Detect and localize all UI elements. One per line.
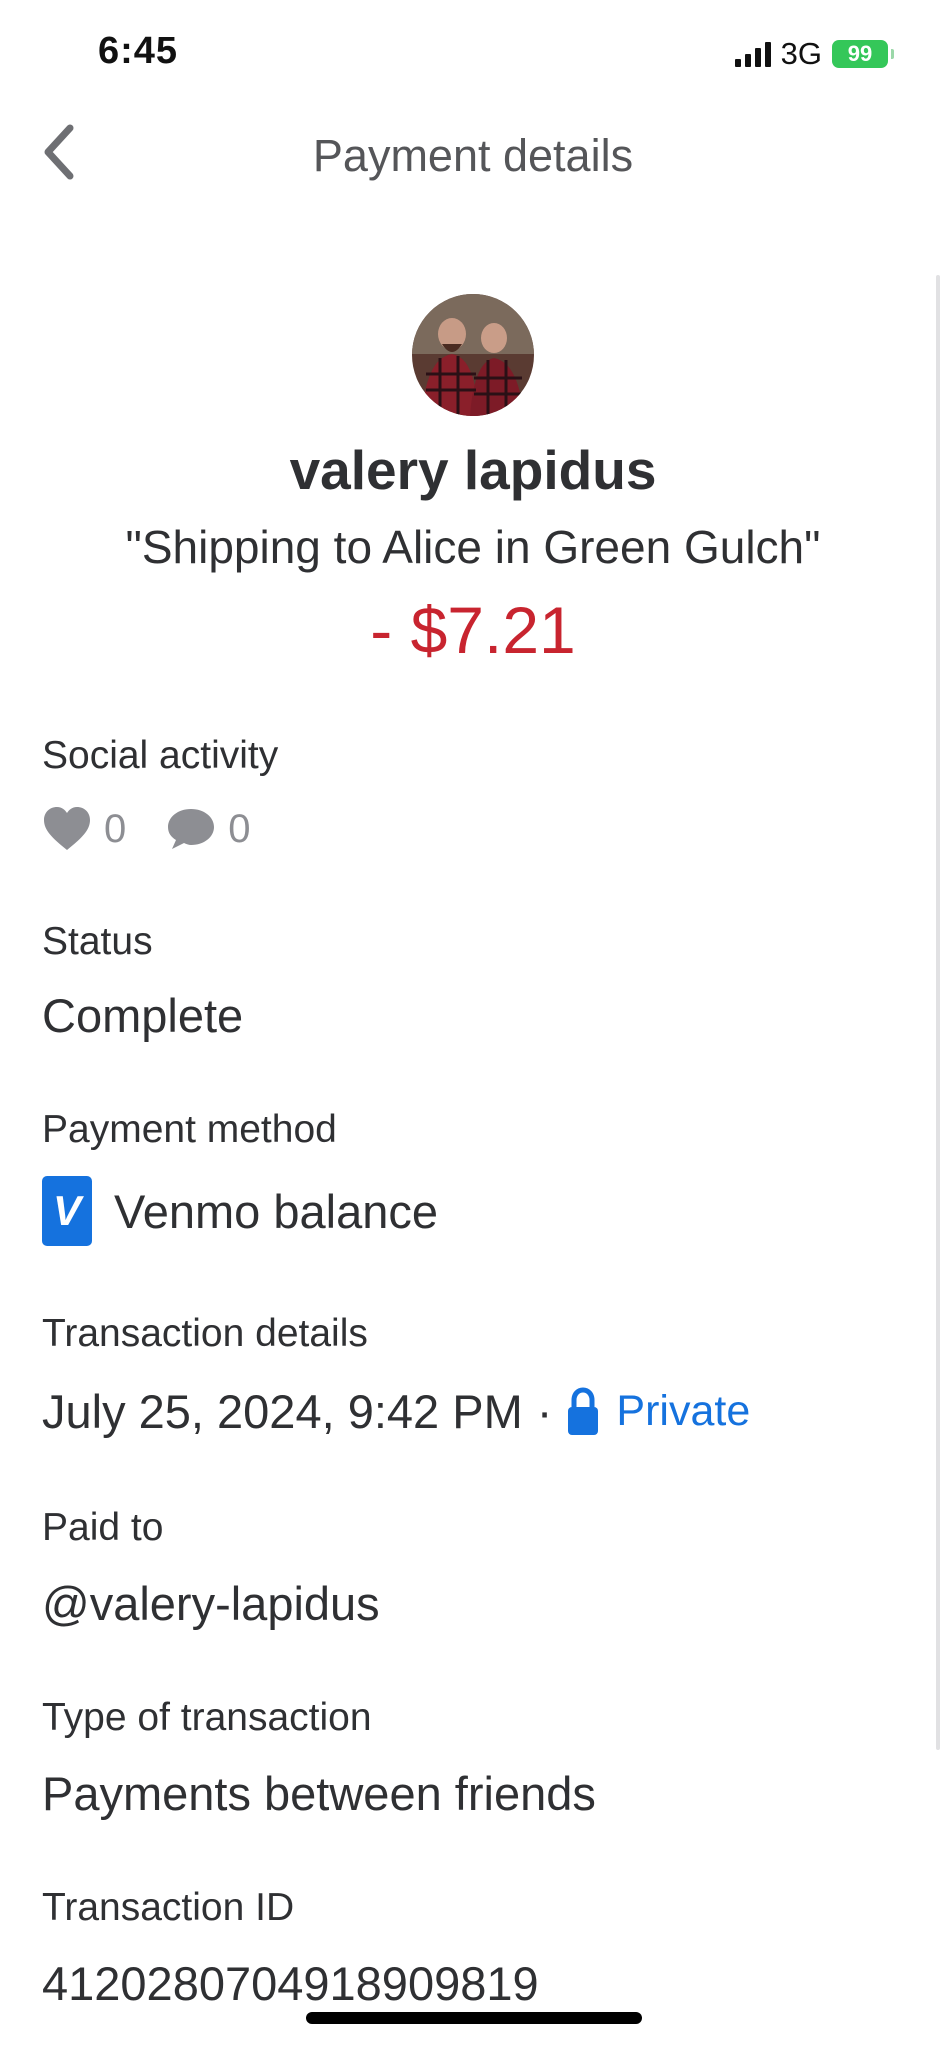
payment-method: V Venmo balance — [42, 1176, 438, 1246]
transaction-date: July 25, 2024, 9:42 PM — [42, 1385, 523, 1438]
paid-to-label: Paid to — [42, 1506, 164, 1549]
payment-amount: - $7.21 — [370, 593, 576, 667]
social-activity: 0 0 — [42, 806, 251, 852]
payee-name[interactable]: valery lapidus — [0, 438, 946, 502]
avatar[interactable] — [412, 294, 534, 416]
transaction-id-value: 4120280704918909819 — [42, 1957, 539, 2010]
privacy-label: Private — [616, 1387, 751, 1435]
comment-count: 0 — [228, 806, 251, 851]
payment-method-value: Venmo balance — [114, 1184, 439, 1238]
transaction-id-label: Transaction ID — [42, 1886, 295, 1929]
status-value: Complete — [42, 989, 244, 1042]
paid-to-value[interactable]: @valery-lapidus — [42, 1576, 380, 1631]
battery-icon: 99 — [832, 40, 894, 68]
venmo-logo-icon: V — [42, 1176, 92, 1246]
network-type: 3G — [780, 36, 822, 71]
privacy-button[interactable]: Private — [566, 1386, 751, 1437]
status-indicators: 3G 99 — [734, 36, 894, 72]
page-title: Payment details — [312, 130, 634, 181]
venmo-logo-letter: V — [52, 1187, 81, 1234]
social-activity-label: Social activity — [42, 734, 279, 777]
transaction-type-value: Payments between friends — [42, 1767, 596, 1820]
like-button[interactable]: 0 — [42, 806, 126, 852]
heart-icon — [44, 807, 90, 850]
payment-note: "Shipping to Alice in Green Gulch" — [125, 521, 821, 573]
payment-method-label: Payment method — [42, 1108, 337, 1151]
separator-dot: · — [536, 1385, 553, 1438]
home-indicator[interactable] — [306, 2012, 642, 2024]
transaction-details-label: Transaction details — [42, 1312, 368, 1355]
signal-icon — [734, 41, 771, 67]
status-time: 6:45 — [98, 30, 179, 72]
like-count: 0 — [104, 806, 127, 851]
status-label: Status — [42, 920, 153, 963]
comment-button[interactable]: 0 — [166, 806, 251, 852]
lock-icon — [568, 1386, 599, 1435]
comment-icon — [168, 809, 215, 849]
transaction-details: July 25, 2024, 9:42 PM · Private — [42, 1384, 750, 1439]
battery-level: 99 — [847, 41, 873, 66]
transaction-type-label: Type of transaction — [42, 1696, 372, 1739]
